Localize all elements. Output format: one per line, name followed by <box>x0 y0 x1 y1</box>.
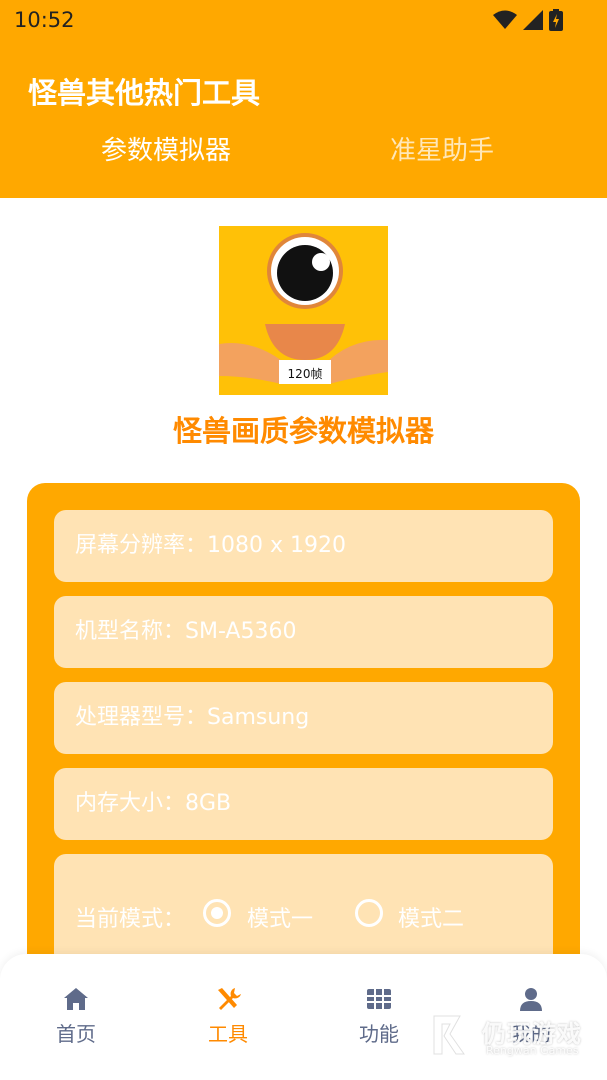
memory-field[interactable]: 内存大小：8GB <box>54 768 553 840</box>
mode-label: 当前模式： <box>75 907 186 932</box>
signal-icon <box>523 10 543 30</box>
model-name-field[interactable]: 机型名称：SM-A5360 <box>54 596 553 668</box>
logo-badge-text: 120帧 <box>287 367 323 381</box>
status-bar: 10:52 <box>0 0 607 40</box>
app-header: 10:52 怪兽其他热门工具 参数模拟器 准星助手 <box>0 0 607 198</box>
mode-one-radio[interactable] <box>203 899 231 927</box>
watermark-logo-icon <box>433 1015 465 1055</box>
tab-param-simulator[interactable]: 参数模拟器 <box>26 130 306 167</box>
wifi-icon <box>493 10 517 29</box>
nav-home-label: 首页 <box>56 1022 96 1046</box>
page-title: 怪兽其他热门工具 <box>28 76 261 110</box>
resolution-field[interactable]: 屏幕分辨率：1080 x 1920 <box>54 510 553 582</box>
tool-logo: 120帧 <box>219 226 388 395</box>
mode-two-label[interactable]: 模式二 <box>398 901 464 933</box>
battery-icon <box>549 9 563 31</box>
processor-field[interactable]: 处理器型号：Samsung <box>54 682 553 754</box>
tab-bar: 参数模拟器 准星助手 <box>0 130 607 180</box>
home-icon <box>64 988 88 1010</box>
watermark-subtext: Rengwan Games <box>486 1044 579 1057</box>
tools-icon <box>218 988 241 1010</box>
status-icons <box>493 8 563 32</box>
nav-features-label: 功能 <box>359 1022 399 1046</box>
grid-icon <box>367 989 391 1009</box>
tab-crosshair-helper[interactable]: 准星助手 <box>302 130 582 167</box>
nav-tools[interactable]: 工具 <box>178 984 278 1047</box>
nav-home[interactable]: 首页 <box>26 984 126 1047</box>
tool-title: 怪兽画质参数模拟器 <box>172 414 434 448</box>
nav-features[interactable]: 功能 <box>329 984 429 1047</box>
nav-tools-label: 工具 <box>208 1022 248 1046</box>
mode-two-radio[interactable] <box>355 899 383 927</box>
watermark: 仍玩游戏 Rengwan Games <box>430 1012 600 1062</box>
user-icon <box>520 988 542 1011</box>
status-time: 10:52 <box>14 8 75 32</box>
mode-one-label[interactable]: 模式一 <box>247 901 313 933</box>
